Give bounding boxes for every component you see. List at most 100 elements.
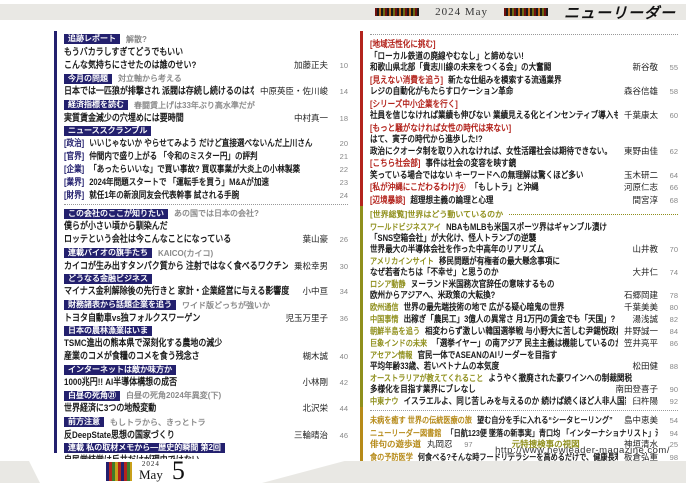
article-row: 中東ナウイスラエルよ、同じ苦しみを与えるのか 続けば続くほど人非人国家と呼ばれる… [370,395,678,407]
article-row: TSMC進出の熊本県で深刻化する農地の減少 [64,336,348,349]
divider [509,214,678,215]
series-label: [辺境暴談] [370,195,405,206]
page-number: 64 [658,171,678,182]
page-number: 90 [658,385,678,395]
section-note: あの国では日本の会社? [174,208,259,219]
section-note: もしトラから、きっとトラ [110,417,206,428]
page-number: 68 [658,196,678,207]
article-title: 産業のコメが食糧のコメを食う残念さ [64,351,200,362]
article-title: 政治にクオータ制を取り入れなければ、女性活躍社会は期待できない。 [370,146,612,157]
page-number: 10 [328,60,348,71]
article-row: ワールドビジネスアイNBAもMLBも米国スポーツ界はギャンブル漬け [370,221,678,232]
article-title: なぜ若者たちは「不幸せ」と思うのか [370,267,499,277]
toc-section: ニューススクランブル[政治]いいじゃないか やらせてみよう だけど直接選べないん… [64,126,348,201]
page-number: 42 [328,377,348,388]
section-header: 前方注意もしトラから、きっとトラ [64,417,348,428]
page-number: 92 [658,397,678,407]
article-author: 小林剛 [302,377,328,388]
article-row: 日本では一匹狼が排撃され 派閥は存続し続けるのはなぜか中原英臣・佐川峻14 [64,84,348,97]
article-title: いいじゃないか やらせてみよう だけど直接選べないんだ上川さん [89,138,312,149]
article-row: 反DeepState思想の国家づくり三輪晴治46 [64,428,348,441]
toc-section: この会社のここが知りたいあの国では日本の会社?僕らが小さい頃から馴染んだロッテと… [64,208,348,245]
page-number: 18 [328,113,348,124]
news-category-tag: [財界] [64,190,84,201]
article-title: 社員を信じなければ業績も伸びない 業績見える化とインセンティブ導入も [370,110,618,121]
page-number: 54 [658,416,678,427]
section-label: ニューススクランブル [64,126,151,136]
section-header: 財務諸表から話題企業を追うワイド版どっちが強いか [64,300,348,311]
column-lead: 朝鮮半島を追う [370,326,420,336]
toc-section: 前方注意もしトラから、きっとトラ反DeepState思想の国家づくり三輪晴治46 [64,417,348,441]
article-author: 河原仁志 [624,182,658,193]
column-lead: ロシア動静 [370,279,406,289]
article-title: 「もしトラ」と沖縄 [471,182,539,193]
toc-section: 経済指標を読む春闘賃上げは33年ぶり高水準だが実質賃金減少の穴埋めには要時間中村… [64,100,348,124]
article-title: ロッテという会社は今こんなことになっている [64,234,231,245]
column-lead: 未病を癒す 世界の伝統医療の旅 [370,415,472,426]
page-number: 86 [658,339,678,349]
section-label: 白昼の死角㉑ [64,391,120,401]
section-label: 連載バイオの旗手たち [64,248,152,258]
toc-section: 追跡レポート解散?もうバカラしすぎてどうでもいいこんな気持ちにさせたのは誰のせい… [64,34,348,71]
column-lead: 俳句の遊歩道 [370,439,421,450]
article-row: マイナス金利解除後の先行きと 家計・企業経営に与える影響度小中亘34 [64,284,348,297]
article-row: 社員を信じなければ業績も伸びない 業績見える化とインセンティブ導入も千葉康太60 [370,109,678,122]
article-author: 井野誠一 [624,326,658,336]
article-title: 仲間内で盛り上がる 「令和のミスター円」の評判 [89,151,257,162]
article-author: 新谷敬 [632,62,658,73]
article-title: 実質賃金減少の穴埋めには要時間 [64,113,184,124]
article-title: カイコが生み出すタンパク質から 注射ではなく食べるワクチンを! [64,261,288,272]
page-number: 20 [328,138,348,149]
article-title: TSMC進出の熊本県で深刻化する農地の減少 [64,338,222,349]
page-number: 36 [328,313,348,324]
section-note: ワイド版どっちが強いか [182,300,270,311]
page-number: 24 [328,190,348,201]
section-label: この会社のここが知りたい [64,209,168,219]
section-label: 日本の農林漁業はいま [64,326,152,336]
section-note: KAICO(カイコ) [158,248,213,259]
section-header: 連載 私の取材メモから―歴史的瞬間 第2回 [64,443,348,453]
article-author: 三輪晴治 [294,430,328,441]
column-half: 俳句の遊歩道丸岡忍97 [370,439,512,451]
article-author: 大井仁 [632,267,658,277]
series-label: [シリーズ中小企業を行く] [370,99,458,110]
article-title: 望む自分を手に入れる“シータヒーリング” [477,415,613,426]
article-author: 北沢栄 [302,403,328,414]
section-header: 追跡レポート解散? [64,34,348,45]
article-row: [私が沖縄にこだわるわけ]④「もしトラ」と沖縄河原仁志66 [370,181,678,194]
section-note: 解散? [126,34,147,45]
magazine-toc-page: 2024 May ニューリーダー 追跡レポート解散?もうバカラしすぎてどうでもい… [0,0,686,483]
article-row: 平均年齢33歳、若いベトナムの本気度松田健88 [370,360,678,372]
article-title: 世界最大の半導体会社を作った中高年のリアリズム [370,244,544,254]
article-author: 乗松幸男 [294,261,328,272]
article-row: 「ローカル鉄道の廃線やむなし」と諦めない! [370,50,678,62]
page-number: 66 [658,183,678,194]
article-title: イスラエルよ、同じ苦しみを与えるのか 続けば続くほど人非人国家と呼ばれる [404,396,627,406]
article-row: なぜ若者たちは「不幸せ」と思うのか 大井仁74 [370,266,678,278]
column-lead: 欧州通信 [370,302,399,312]
section-header: [見えない消費を追う]新たな仕組みを模索する流通業界 [370,74,678,86]
divider [370,410,678,411]
article-row: 欧州からアジアへ、米政策の大転換?石郷岡建78 [370,289,678,301]
article-author: 千葉康太 [624,110,658,121]
article-author: 松田健 [632,361,658,371]
footer-date: 2024 May [139,461,163,481]
column-lead: アメリカインサイト [370,256,434,266]
page-number: 82 [658,315,678,325]
article-row: [辺境暴談]超理想主義の論理と心理間宮淳68 [370,194,678,207]
article-title: ヌーランド米国務次官辞任の意味するもの [411,279,555,289]
toc-section: 日本の農林漁業はいま TSMC進出の熊本県で深刻化する農地の減少産業のコメが食糧の… [64,326,348,362]
barcode-icon [504,8,548,16]
article-author: 東野由佳 [624,146,658,157]
section-note: 事件は社会の変容を映す鏡 [425,158,516,169]
toc-section: 白昼の死角㉑白昼の死角2024年異変(下)世界経済に3つの地殻変動北沢栄44 [64,390,348,414]
page-number: 22 [328,164,348,175]
toc-section: どうなる金融ビジネスマイナス金利解除後の先行きと 家計・企業経営に与える影響度小… [64,274,348,297]
section-label: 連載 私の取材メモから―歴史的瞬間 第2回 [64,443,225,453]
article-title: ようやく撤廃された豪ワインへの制裁関税 [488,373,632,383]
page-number: 74 [658,268,678,278]
column-lead: ワールドビジネスアイ [370,222,441,232]
article-row: アセアン情報官民一体でASEANのAIリーダーを目指す [370,349,678,360]
page-number: 60 [658,111,678,122]
article-row: カイコが生み出すタンパク質から 注射ではなく食べるワクチンを!乗松幸男30 [64,259,348,272]
